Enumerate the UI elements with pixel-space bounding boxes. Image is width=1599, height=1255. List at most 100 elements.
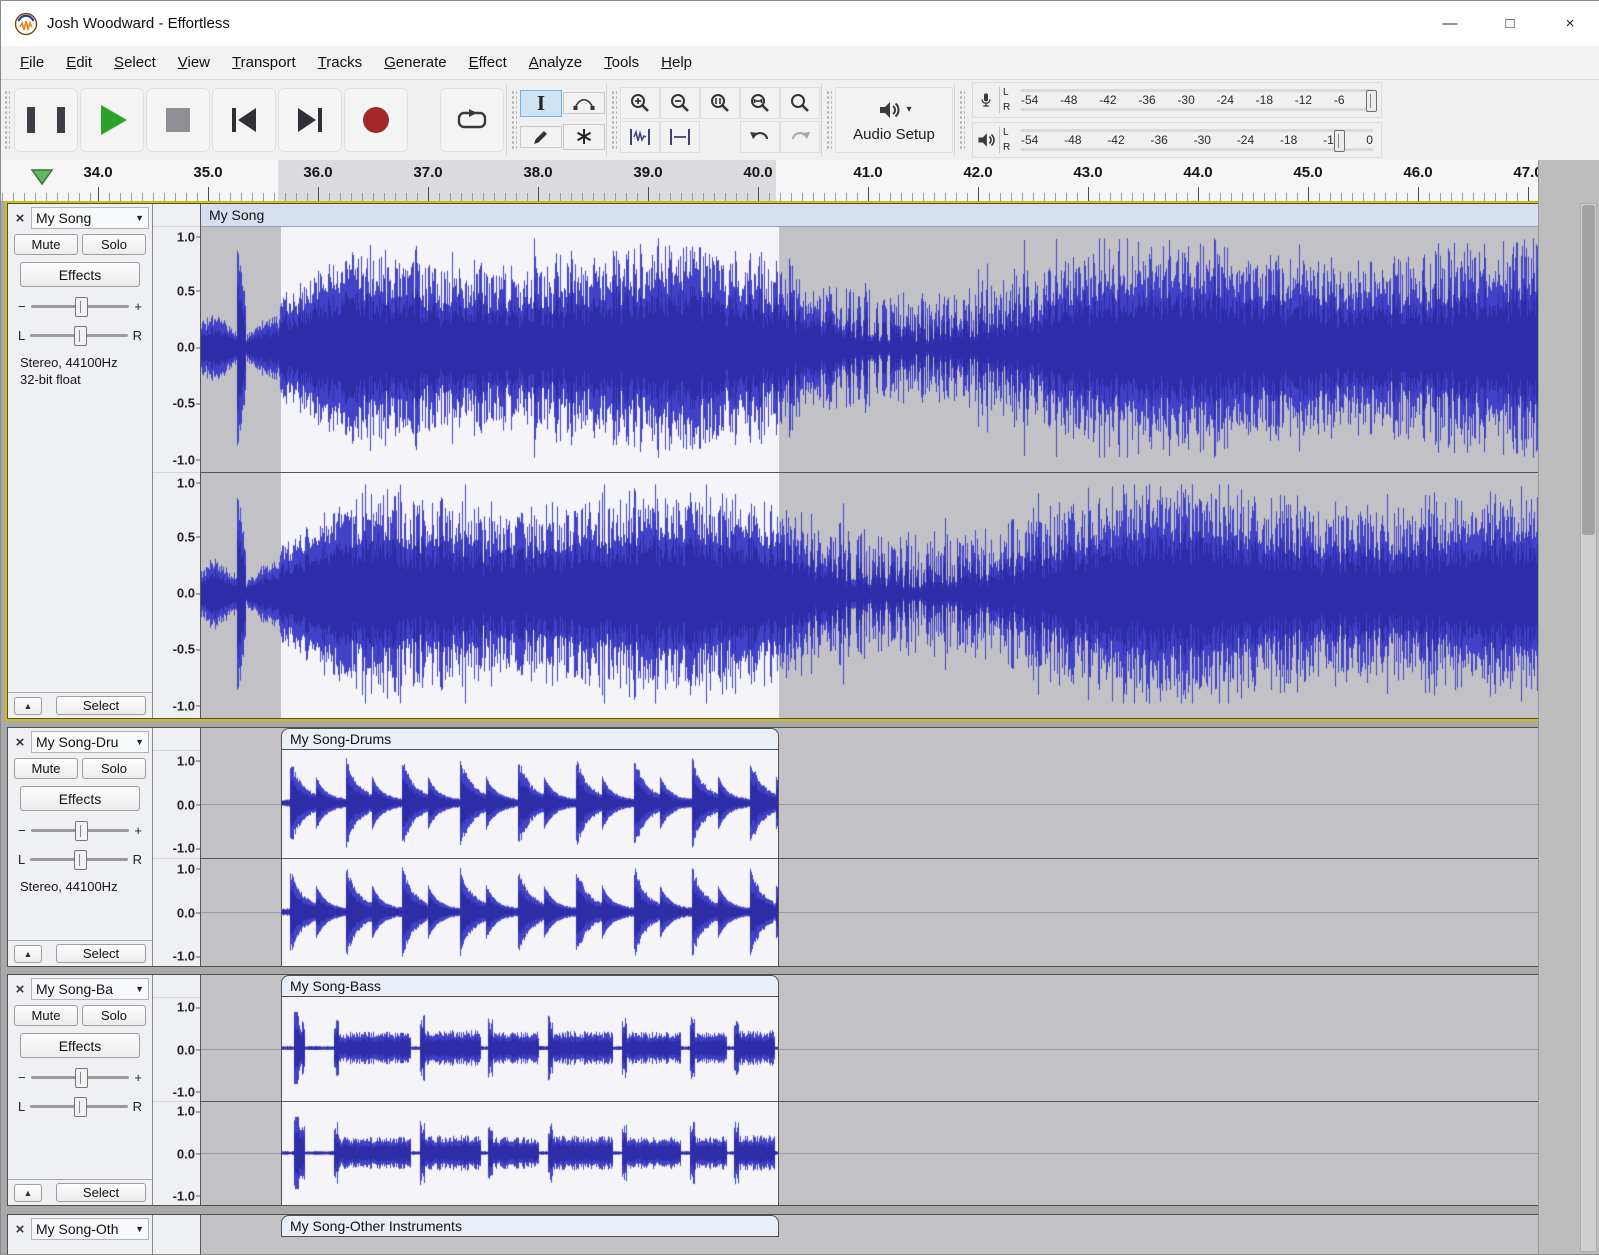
pause-button[interactable] (14, 88, 78, 152)
menu-edit[interactable]: Edit (55, 50, 103, 75)
waveform-right-channel[interactable] (201, 859, 1538, 967)
pan-slider-thumb[interactable] (74, 326, 87, 346)
vertical-scale-ruler[interactable]: 1.0 0.0 -1.0 1.0 0.0 -1.0 (153, 728, 201, 966)
waveform-canvas[interactable] (201, 229, 1538, 467)
waveform-left-channel[interactable] (201, 750, 1538, 858)
vertical-scale-ruler[interactable] (153, 1215, 201, 1254)
collapse-track-button[interactable]: ▲ (14, 1184, 42, 1202)
record-meter[interactable]: LR -54-48-42-36-30-24-18-12-60 (972, 82, 1382, 118)
pan-slider[interactable]: L R (8, 1096, 152, 1116)
solo-button[interactable]: Solo (82, 1005, 146, 1026)
edit-toolbar-grip[interactable] (611, 90, 617, 150)
select-track-button[interactable]: Select (56, 1183, 146, 1202)
audio-setup-grip[interactable] (826, 90, 832, 150)
menu-tools[interactable]: Tools (593, 50, 650, 75)
fit-selection-button[interactable] (700, 87, 740, 119)
track-name-menu[interactable]: My Song-Ba ▼ (31, 978, 149, 1000)
waveform-area[interactable]: My Song-Bass (201, 975, 1538, 1205)
transport-toolbar-grip[interactable] (4, 90, 10, 150)
track-name-menu[interactable]: My Song-Dru ▼ (31, 731, 149, 753)
vertical-scrollbar[interactable] (1580, 203, 1597, 1252)
menu-effect[interactable]: Effect (458, 50, 518, 75)
record-button[interactable] (344, 88, 408, 152)
pan-slider-thumb[interactable] (74, 850, 87, 870)
track-close-icon[interactable]: × (11, 733, 29, 751)
zoom-out-button[interactable] (660, 87, 700, 119)
waveform-right-channel[interactable] (201, 473, 1538, 718)
track-close-icon[interactable]: × (11, 209, 29, 227)
select-track-button[interactable]: Select (56, 696, 146, 715)
waveform-area[interactable]: My Song (201, 204, 1538, 718)
clip-header[interactable]: My Song-Drums (281, 728, 779, 750)
mute-button[interactable]: Mute (14, 758, 78, 779)
waveform-canvas[interactable] (282, 862, 778, 962)
gain-slider-thumb[interactable] (75, 1068, 88, 1088)
waveform-left-channel[interactable] (201, 227, 1538, 472)
timeline-ruler[interactable]: 34.0 35.0 36.0 37.0 38.0 39.0 40.0 41.0 … (1, 160, 1538, 202)
gain-slider-thumb[interactable] (75, 297, 88, 317)
envelope-tool-button[interactable] (563, 92, 605, 114)
menu-file[interactable]: File (9, 50, 55, 75)
select-track-button[interactable]: Select (56, 944, 146, 963)
clip-header[interactable]: My Song-Other Instruments (281, 1215, 779, 1237)
mute-button[interactable]: Mute (14, 1005, 78, 1026)
stop-button[interactable] (146, 88, 210, 152)
close-button[interactable]: × (1540, 1, 1599, 46)
fit-project-button[interactable] (740, 87, 780, 119)
undo-button[interactable] (740, 121, 780, 153)
menu-select[interactable]: Select (103, 50, 167, 75)
pan-slider[interactable]: L R (8, 325, 152, 345)
waveform-canvas[interactable] (282, 753, 778, 853)
solo-button[interactable]: Solo (82, 758, 146, 779)
effects-button[interactable]: Effects (20, 262, 140, 287)
waveform-canvas[interactable] (201, 475, 1538, 713)
skip-to-end-button[interactable] (278, 88, 342, 152)
track-close-icon[interactable]: × (11, 980, 29, 998)
collapse-track-button[interactable]: ▲ (14, 697, 42, 715)
gain-slider[interactable]: − + (8, 820, 152, 840)
menu-generate[interactable]: Generate (373, 50, 458, 75)
gain-slider[interactable]: − + (8, 1067, 152, 1087)
skip-to-start-button[interactable] (212, 88, 276, 152)
zoom-toggle-button[interactable] (780, 87, 820, 119)
gain-slider[interactable]: − + (8, 296, 152, 316)
track-name-menu[interactable]: My Song ▼ (31, 207, 149, 229)
minimize-button[interactable]: — (1420, 1, 1480, 46)
menu-view[interactable]: View (167, 50, 221, 75)
menu-transport[interactable]: Transport (221, 50, 307, 75)
menu-analyze[interactable]: Analyze (518, 50, 593, 75)
effects-button[interactable]: Effects (20, 1033, 140, 1058)
play-button[interactable] (80, 88, 144, 152)
tools-toolbar-grip[interactable] (511, 90, 517, 150)
pan-slider[interactable]: L R (8, 849, 152, 869)
waveform-area[interactable]: My Song-Other Instruments (201, 1215, 1538, 1254)
waveform-right-channel[interactable] (201, 1102, 1538, 1206)
waveform-left-channel[interactable] (201, 997, 1538, 1101)
playback-meter[interactable]: LR -54-48-42-36-30-24-18-120 (972, 122, 1382, 158)
track-close-icon[interactable]: × (11, 1220, 29, 1238)
playhead-pin-icon[interactable] (31, 169, 53, 185)
zoom-in-button[interactable] (620, 87, 660, 119)
draw-tool-button[interactable] (520, 126, 562, 148)
silence-audio-button[interactable] (660, 121, 700, 153)
meter-toolbar-grip[interactable] (959, 90, 965, 150)
waveform-area[interactable]: My Song-Drums (201, 728, 1538, 966)
playback-level-slider[interactable] (1334, 130, 1345, 152)
collapse-track-button[interactable]: ▲ (14, 945, 42, 963)
clip-header[interactable]: My Song-Bass (281, 975, 779, 997)
multi-tool-button[interactable]: ∗ (563, 124, 605, 150)
audio-setup-button[interactable]: ▾ Audio Setup (835, 87, 953, 153)
redo-button[interactable] (780, 121, 820, 153)
menu-tracks[interactable]: Tracks (307, 50, 373, 75)
mute-button[interactable]: Mute (14, 234, 78, 255)
pan-slider-thumb[interactable] (74, 1097, 87, 1117)
waveform-canvas[interactable] (282, 1000, 778, 1096)
gain-slider-thumb[interactable] (75, 821, 88, 841)
loop-button[interactable] (440, 88, 504, 152)
record-level-slider[interactable] (1366, 90, 1377, 112)
trim-audio-button[interactable] (620, 121, 660, 153)
menu-help[interactable]: Help (650, 50, 703, 75)
vertical-scale-ruler[interactable]: 1.0 0.0 -1.0 1.0 0.0 -1.0 (153, 975, 201, 1205)
selection-tool-button[interactable]: I (520, 90, 562, 117)
vertical-scrollbar-thumb[interactable] (1582, 205, 1595, 535)
